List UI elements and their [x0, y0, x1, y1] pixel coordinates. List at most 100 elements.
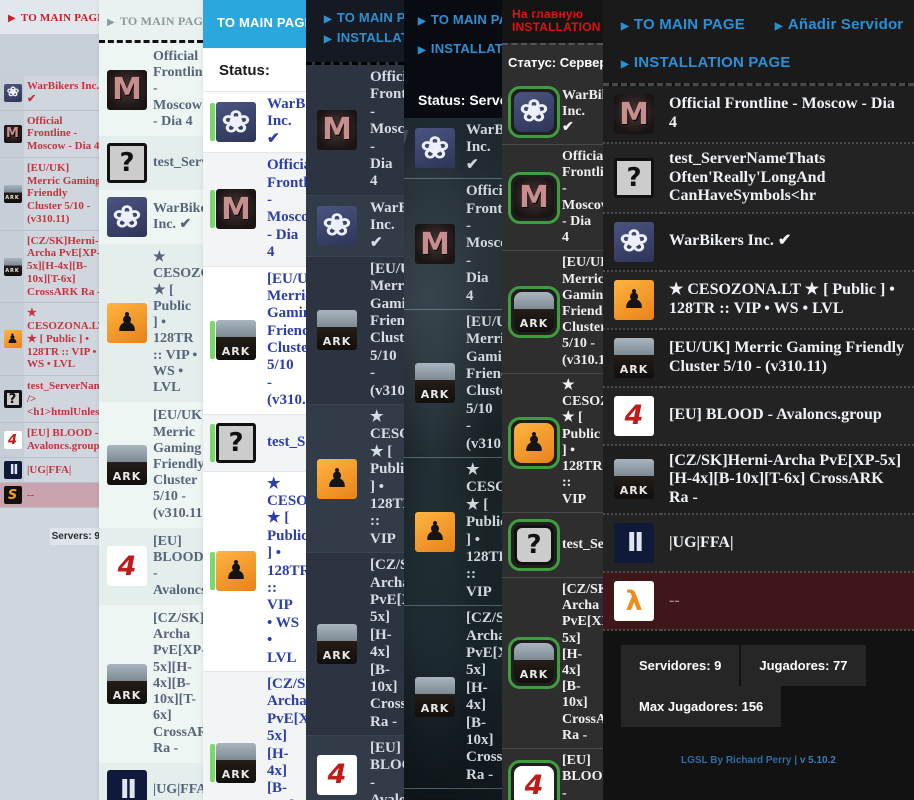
nav-installation-page[interactable]: INSTALLATION PAGE [512, 21, 603, 34]
table-row[interactable]: ♟ ★ CESOZONA.LT ★ [ Public ] • 128TR :: … [404, 457, 502, 607]
table-row[interactable]: ? test_ServerNameThatsOften'Really'LongA… [99, 136, 203, 191]
table-row-offline[interactable]: S -- [0, 482, 104, 508]
nav-to-main-page[interactable]: TO MAIN PAGE [217, 15, 306, 30]
server-icon-cell: ♟ [603, 270, 661, 330]
table-row[interactable]: ARK [EU/UK] Merric Gaming Friendly Clust… [502, 250, 603, 374]
table-row[interactable]: ❀ WarBikers Inc. ✔ [0, 76, 104, 110]
table-row[interactable]: M Official Frontline - Moscow - Dia 4 [0, 110, 104, 158]
table-row[interactable]: ? test_ServerNameThatsOften'Really'LongA… [502, 512, 603, 578]
warbikers-icon: ❀ [3, 83, 22, 102]
left4dead2-icon: 4 [3, 431, 22, 450]
server-name: [EU] BLOOD - Avaloncs.group [27, 427, 100, 452]
table-row[interactable]: ARK [CZ/SK]Herni-Archa PvE[XP-5x][H-4x][… [603, 444, 914, 516]
mordhau-icon: M [514, 177, 554, 218]
table-row[interactable]: ARK [CZ/SK]Herni-Archa PvE[XP-5x][H-4x][… [203, 670, 306, 800]
table-row[interactable]: ARK [CZ/SK]Herni-Archa PvE[XP-5x][H-4x][… [404, 605, 502, 790]
table-row[interactable]: Ⅱ |UG|FFA| [99, 762, 203, 800]
table-row[interactable]: ❀ WarBikers Inc. ✔ [306, 195, 404, 257]
nav-to-main-page-ru[interactable]: На главную [512, 7, 597, 21]
table-row[interactable]: ❀ WarBikers Inc. ✔ [99, 190, 203, 245]
table-row[interactable]: M Official Frontline - Moscow - Dia 4 [603, 86, 914, 144]
counter-strike-icon: ♟ [107, 303, 147, 344]
nav-add-server[interactable]: ▶ Añadir Servidor [775, 16, 903, 33]
table-row[interactable]: ❀ WarBikers Inc. ✔ [404, 118, 502, 180]
table-row[interactable]: ♟ ★ CESOZONA.LT ★ [ Public ] • 128TR :: … [306, 404, 404, 554]
table-row[interactable]: ARK [EU/UK] Merric Gaming Friendly Clust… [306, 256, 404, 406]
nav-to-main-page[interactable]: ▶ TO MAIN PAGE [8, 12, 104, 24]
nav-to-main-page[interactable]: ▶ TO MAIN PAGE [324, 10, 404, 25]
left4dead2-icon: 4 [107, 546, 147, 587]
table-row[interactable]: ❀ WarBikers Inc. ✔ [203, 90, 306, 153]
counter-strike-icon: ♟ [415, 511, 455, 552]
table-row[interactable]: ARK [CZ/SK]Herni-Archa PvE[XP-5x][H-4x][… [0, 230, 104, 303]
server-name: test_ServerNameThats Often'Really'LongAn… [661, 143, 914, 214]
server-icon-cell: ARK [306, 256, 364, 406]
table-row[interactable]: ❀ WarBikers Inc. ✔ [502, 79, 603, 145]
table-row[interactable]: ARK [CZ/SK]Herni-Archa PvE[XP-5x][H-4x][… [99, 604, 203, 763]
table-row[interactable]: ARK [CZ/SK]Herni-Archa PvE[XP-5x][H-4x][… [306, 552, 404, 737]
navbar: ▶ TO MAIN PAGE ▶ INSTALLATION PAGE [404, 0, 502, 84]
nav-installation-page[interactable]: ▶ INSTALLATION PAGE [418, 41, 502, 56]
table-row[interactable]: ARK [CZ/SK]Herni-Archa PvE[XP-5x][H-4x][… [502, 577, 603, 750]
nav-installation-page[interactable]: ▶ INSTALLATION PAGE [621, 54, 882, 71]
nav-installation-page[interactable]: ▶ INSTALLATION PAGE [324, 30, 404, 45]
table-row[interactable]: 4 [EU] BLOOD - Avaloncs.group [603, 386, 914, 446]
server-icon-cell: ARK [404, 605, 460, 790]
nav-to-main-page[interactable]: ▶ TO MAIN PAGE [418, 12, 502, 27]
arrow-right-icon: ▶ [324, 34, 332, 45]
server-table: ❀ WarBikers Inc. ✔ M Official Frontline … [502, 79, 603, 800]
table-row[interactable]: 4 [EU] BLOOD - Avaloncs.group [0, 422, 104, 458]
table-row[interactable]: ♟ ★ CESOZONA.LT ★ [ Public ] • 128TR :: … [99, 244, 203, 403]
table-row[interactable]: ARK [EU/UK] Merric Gaming Friendly Clust… [203, 265, 306, 415]
table-row[interactable]: ? test_ServerNameThatsOften'Really'LongA… [0, 375, 104, 423]
table-row[interactable]: Ⅱ |UG|FFA| [0, 457, 104, 483]
table-row[interactable]: M Official Frontline - Moscow - Dia 4 [203, 152, 306, 267]
max-player-count: Max Jugadores: 156 [621, 686, 784, 728]
table-row[interactable]: ARK [EU/UK] Merric Gaming Friendly Clust… [99, 402, 203, 528]
server-name: [EU] BLOOD - Avaloncs.group [556, 748, 603, 800]
arrow-right-icon: ▶ [418, 45, 426, 56]
nav-label: На главную [512, 7, 584, 21]
server-name: [CZ/SK]Herni-Archa PvE[XP-5x][H-4x][B-10… [661, 444, 914, 516]
ark-icon: ARK [614, 337, 654, 378]
table-row[interactable]: ♟ ★ CESOZONA.LT ★ [ Public ] • 128TR :: … [203, 470, 306, 672]
table-row[interactable]: M Official Frontline - Moscow - Dia 4 [502, 144, 603, 252]
table-row[interactable]: ? test_ServerNameThats Often'Really'Long… [603, 143, 914, 214]
nav-label: INSTALLATION PAGE [430, 41, 502, 56]
server-icon-cell: ❀ [603, 212, 661, 272]
server-icon-cell: ❀ [404, 118, 460, 180]
table-row[interactable]: 4 [EU] BLOOD - Avaloncs.group [99, 527, 203, 605]
table-row[interactable]: ? test_ServerNameThatsOften'Really'LongA… [404, 788, 502, 800]
server-name: -- [24, 482, 104, 508]
panel-dark-russian-theme: На главную INSTALLATION PAGE Статус: Сер… [502, 0, 603, 800]
server-name: test_ServerNameThatsOften'Really'LongAnd… [27, 380, 104, 418]
table-row[interactable]: M Official Frontline - Moscow - Dia 4 [306, 65, 404, 196]
server-name: Official Frontline - Moscow - Dia 4 [149, 43, 203, 137]
table-row[interactable]: ? test_ServerNameThatsOften'Really'LongA… [203, 413, 306, 472]
nav-to-main-page[interactable]: ▶ TO MAIN PAGE [107, 14, 203, 29]
nav-label: TO MAIN PAGE [430, 12, 502, 27]
table-row[interactable]: 4 [EU] BLOOD - Avaloncs.group [306, 735, 404, 800]
table-row[interactable]: M Official Frontline - Moscow - Dia 4 [99, 43, 203, 137]
table-row[interactable]: ❀ WarBikers Inc. ✔ [603, 212, 914, 272]
ark-icon: ARK [514, 292, 554, 333]
table-row[interactable]: Ⅱ |UG|FFA| [603, 514, 914, 574]
table-row[interactable]: ♟ ★ CESOZONA.LT ★ [ Public ] • 128TR :: … [0, 302, 104, 376]
counter-strike-icon: ♟ [216, 551, 256, 592]
server-count: Servers: 9 [49, 528, 102, 546]
table-row[interactable]: ARK [EU/UK] Merric Gaming Friendly Clust… [0, 157, 104, 230]
table-row[interactable]: ♟ ★ CESOZONA.LT ★ [ Public ] • 128TR :: … [603, 270, 914, 330]
server-name: |UG|FFA| [27, 463, 72, 476]
server-name: [CZ/SK]Herni-Archa PvE[XP-5x][H-4x][B-10… [27, 234, 101, 298]
table-row[interactable]: 4 [EU] BLOOD - Avaloncs.group [502, 748, 603, 800]
credits-author[interactable]: LGSL By Richard Perry [681, 755, 791, 766]
table-row[interactable]: ♟ ★ CESOZONA.LT ★ [ Public ] • 128TR :: … [502, 373, 603, 513]
server-icon-cell: ARK [99, 402, 149, 528]
server-icon-cell: ARK [0, 230, 24, 303]
table-row[interactable]: M Official Frontline - Moscow - Dia 4 [404, 178, 502, 310]
table-row[interactable]: ARK [EU/UK] Merric Gaming Friendly Clust… [603, 328, 914, 388]
ark-icon: ARK [415, 363, 455, 404]
nav-to-main-page[interactable]: ▶ TO MAIN PAGE [621, 16, 745, 33]
table-row-offline[interactable]: λ -- [603, 572, 914, 632]
table-row[interactable]: ARK [EU/UK] Merric Gaming Friendly Clust… [404, 309, 502, 459]
